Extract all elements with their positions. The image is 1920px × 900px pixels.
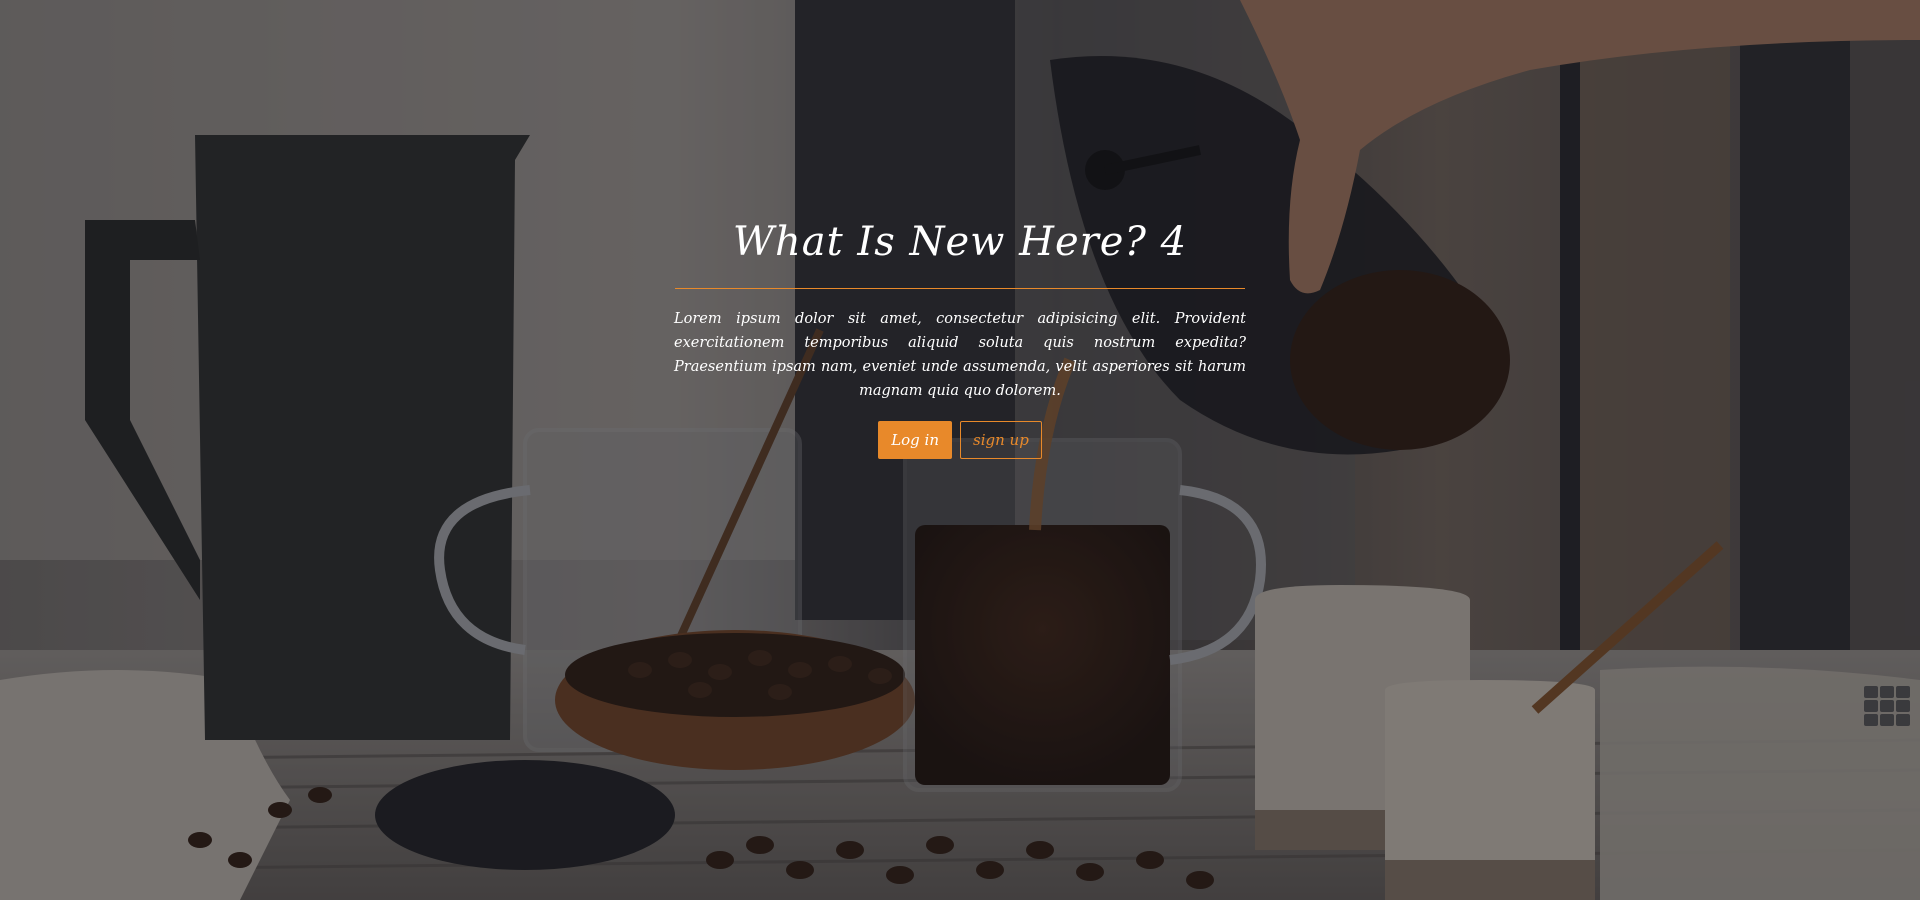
title-divider [675,288,1245,289]
login-button[interactable]: Log in [878,421,953,459]
signup-button[interactable]: sign up [960,421,1042,459]
grid-icon[interactable] [1864,686,1914,730]
grid-icon-cell [1864,714,1878,726]
hero-title: What Is New Here? 4 [732,219,1188,265]
grid-icon-cell [1864,700,1878,712]
grid-icon-cell [1864,686,1878,698]
grid-icon-cell [1880,700,1894,712]
grid-icon-cell [1896,700,1910,712]
grid-icon-cell [1896,714,1910,726]
hero-description: Lorem ipsum dolor sit amet, consectetur … [674,311,1246,399]
grid-icon-cell [1896,686,1910,698]
grid-icon-cell [1880,686,1894,698]
hero-actions: Log in sign up [670,421,1250,459]
hero-content: What Is New Here? 4 Lorem ipsum dolor si… [670,218,1250,459]
hero-section: What Is New Here? 4 Lorem ipsum dolor si… [0,0,1920,900]
grid-icon-cell [1880,714,1894,726]
